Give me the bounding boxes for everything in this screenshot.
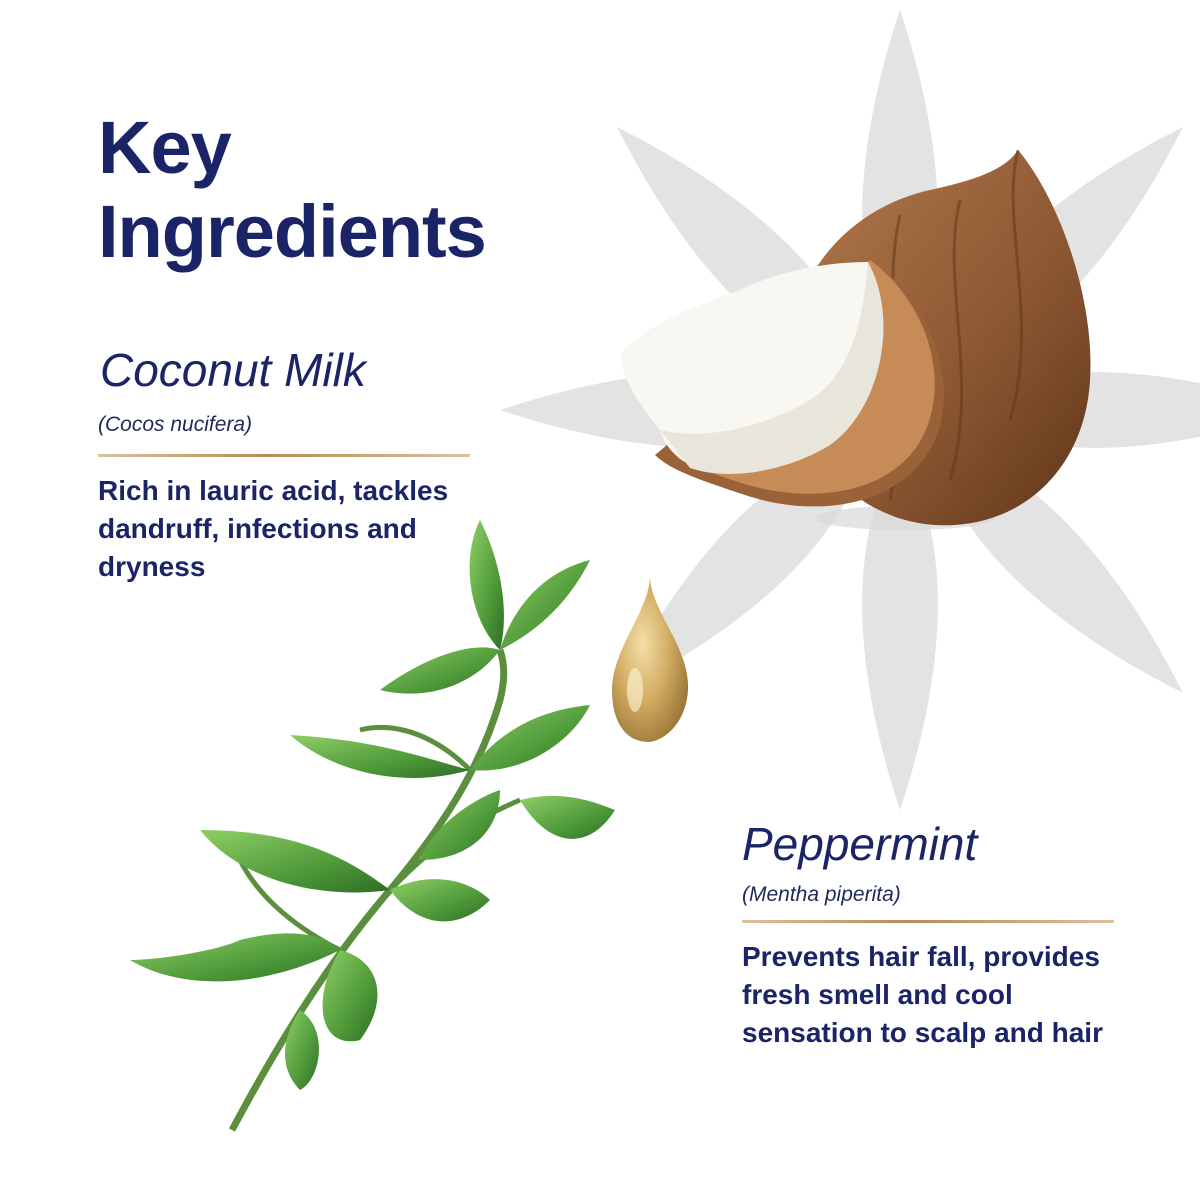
title-line-2: Ingredients [98, 190, 487, 273]
ingredient-latin-name: (Cocos nucifera) [98, 413, 253, 436]
divider-rule [98, 454, 470, 457]
ingredient-name: Coconut Milk [100, 344, 366, 396]
ingredient-description: Prevents hair fall, provides fresh smell… [742, 941, 1103, 1048]
ingredient-name: Peppermint [742, 818, 978, 870]
page-title: Key Ingredients [98, 106, 578, 274]
mint-sprig-illustration [130, 520, 615, 1132]
ingredient-description: Rich in lauric acid, tackles dandruff, i… [98, 475, 449, 582]
title-line-1: Key [98, 106, 232, 189]
divider-rule [742, 920, 1114, 923]
ingredient-latin-name: (Mentha piperita) [742, 883, 901, 906]
